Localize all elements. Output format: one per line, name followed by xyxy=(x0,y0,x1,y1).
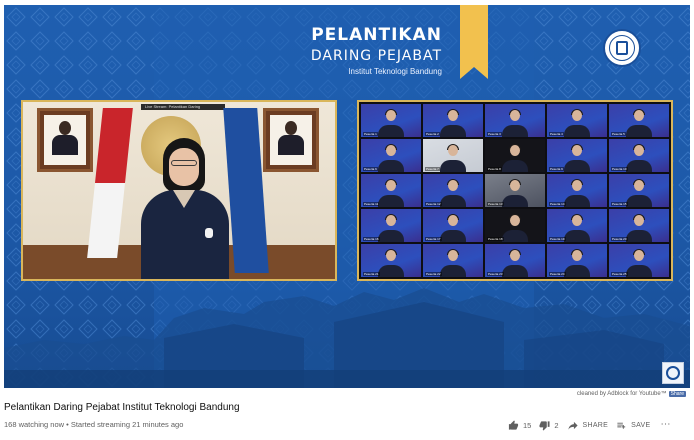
participant-name: Peserta 23 xyxy=(487,272,504,276)
event-title-line2: DARING PEJABAT xyxy=(310,48,442,64)
participant-tile: Peserta 13 xyxy=(485,174,545,207)
participant-tile: Peserta 24 xyxy=(547,244,607,277)
save-label: SAVE xyxy=(631,421,651,429)
participant-name: Peserta 24 xyxy=(549,272,566,276)
participant-tile: Peserta 6 xyxy=(361,139,421,172)
youtube-watch-page: PELANTIKAN DARING PEJABAT Institut Tekno… xyxy=(0,0,694,440)
event-title-block: PELANTIKAN DARING PEJABAT Institut Tekno… xyxy=(311,25,442,76)
share-label: SHARE xyxy=(582,421,609,429)
video-meta: 168 watching now • Started streaming 21 … xyxy=(4,420,184,429)
participant-name: Peserta 12 xyxy=(425,202,442,206)
participants-video-grid: Peserta 1 Peserta 2 Peserta 3 Peserta 4 Pese… xyxy=(357,100,673,281)
adblock-note: cleaned by Adblock for Youtube™ Share xyxy=(577,391,686,397)
participant-tile: Peserta 23 xyxy=(485,244,545,277)
participant-tile: Peserta 25 xyxy=(609,244,669,277)
participant-name: Peserta 20 xyxy=(611,237,628,241)
participant-tile: Peserta 9 xyxy=(547,139,607,172)
portrait-frame-right xyxy=(263,108,319,172)
like-icon xyxy=(508,419,519,430)
itb-logo-icon xyxy=(603,29,641,67)
participant-name: Peserta 18 xyxy=(487,237,504,241)
participant-tile: Peserta 10 xyxy=(609,139,669,172)
like-count: 15 xyxy=(523,420,532,430)
dislike-count: 2 xyxy=(554,420,559,430)
adblock-text: cleaned by Adblock for Youtube™ xyxy=(576,391,667,397)
participant-tile: Peserta 21 xyxy=(361,244,421,277)
participant-tile: Peserta 2 xyxy=(423,104,483,137)
participant-tile: Peserta 7 xyxy=(423,139,483,172)
participant-tile: Peserta 17 xyxy=(423,209,483,242)
participant-name: Peserta 9 xyxy=(549,167,564,171)
participant-name: Peserta 13 xyxy=(487,202,504,206)
participant-name: Peserta 3 xyxy=(487,132,502,136)
participant-grid: Peserta 1 Peserta 2 Peserta 3 Peserta 4 Pese… xyxy=(361,104,669,277)
participant-tile: Peserta 18 xyxy=(485,209,545,242)
participant-name: Peserta 14 xyxy=(549,202,566,206)
participant-tile: Peserta 15 xyxy=(609,174,669,207)
participant-tile: Peserta 1 xyxy=(361,104,421,137)
participant-tile: Peserta 3 xyxy=(485,104,545,137)
participant-name: Peserta 15 xyxy=(611,202,628,206)
participant-tile: Peserta 20 xyxy=(609,209,669,242)
participant-name: Peserta 8 xyxy=(487,167,502,171)
adblock-share-button[interactable]: Share xyxy=(668,391,686,397)
campus-skyline-silhouette xyxy=(4,288,690,388)
video-actions: 15 2 SHARE SAVE ⋯ xyxy=(508,418,671,432)
participant-tile: Peserta 11 xyxy=(361,174,421,207)
dislike-button[interactable]: 2 xyxy=(539,420,559,431)
participant-name: Peserta 10 xyxy=(611,167,628,171)
participant-name: Peserta 11 xyxy=(363,202,380,206)
gold-ribbon xyxy=(460,5,488,79)
participant-tile: Peserta 8 xyxy=(485,139,545,172)
institution-name: Institut Teknologi Bandung xyxy=(348,67,442,76)
participant-tile: Peserta 12 xyxy=(423,174,483,207)
participant-name: Peserta 19 xyxy=(549,237,566,241)
participant-name: Peserta 17 xyxy=(425,237,442,241)
participant-tile: Peserta 22 xyxy=(423,244,483,277)
video-title: Pelantikan Daring Pejabat Institut Tekno… xyxy=(4,402,240,413)
participant-name: Peserta 22 xyxy=(425,272,442,276)
participant-tile: Peserta 5 xyxy=(609,104,669,137)
participant-tile: Peserta 4 xyxy=(547,104,607,137)
share-button[interactable]: SHARE xyxy=(567,420,609,431)
participant-name: Peserta 2 xyxy=(425,132,440,136)
speaker-video-panel: Live Stream: Pelantikan Daring xyxy=(21,100,337,281)
channel-watermark-icon[interactable] xyxy=(662,362,684,384)
video-player[interactable]: PELANTIKAN DARING PEJABAT Institut Tekno… xyxy=(4,5,690,388)
speaker-screen-caption: Live Stream: Pelantikan Daring xyxy=(141,104,225,110)
portrait-frame-left xyxy=(37,108,93,172)
participant-tile: Peserta 16 xyxy=(361,209,421,242)
participant-name: Peserta 6 xyxy=(363,167,378,171)
dislike-icon xyxy=(539,420,550,431)
speaker-person xyxy=(137,138,233,279)
participant-name: Peserta 21 xyxy=(363,272,380,276)
more-icon[interactable]: ⋯ xyxy=(661,420,671,430)
participant-name: Peserta 7 xyxy=(425,167,440,171)
save-button[interactable]: SAVE xyxy=(616,420,650,431)
like-button[interactable]: 15 xyxy=(508,419,532,431)
participant-name: Peserta 16 xyxy=(363,237,380,241)
participant-name: Peserta 4 xyxy=(549,132,564,136)
participant-name: Peserta 25 xyxy=(611,272,628,276)
event-title-line1: PELANTIKAN xyxy=(311,25,442,45)
participant-name: Peserta 1 xyxy=(363,132,378,136)
participant-tile: Peserta 14 xyxy=(547,174,607,207)
share-icon xyxy=(567,421,578,430)
participant-name: Peserta 5 xyxy=(611,132,626,136)
save-icon xyxy=(617,422,626,429)
participant-tile: Peserta 19 xyxy=(547,209,607,242)
